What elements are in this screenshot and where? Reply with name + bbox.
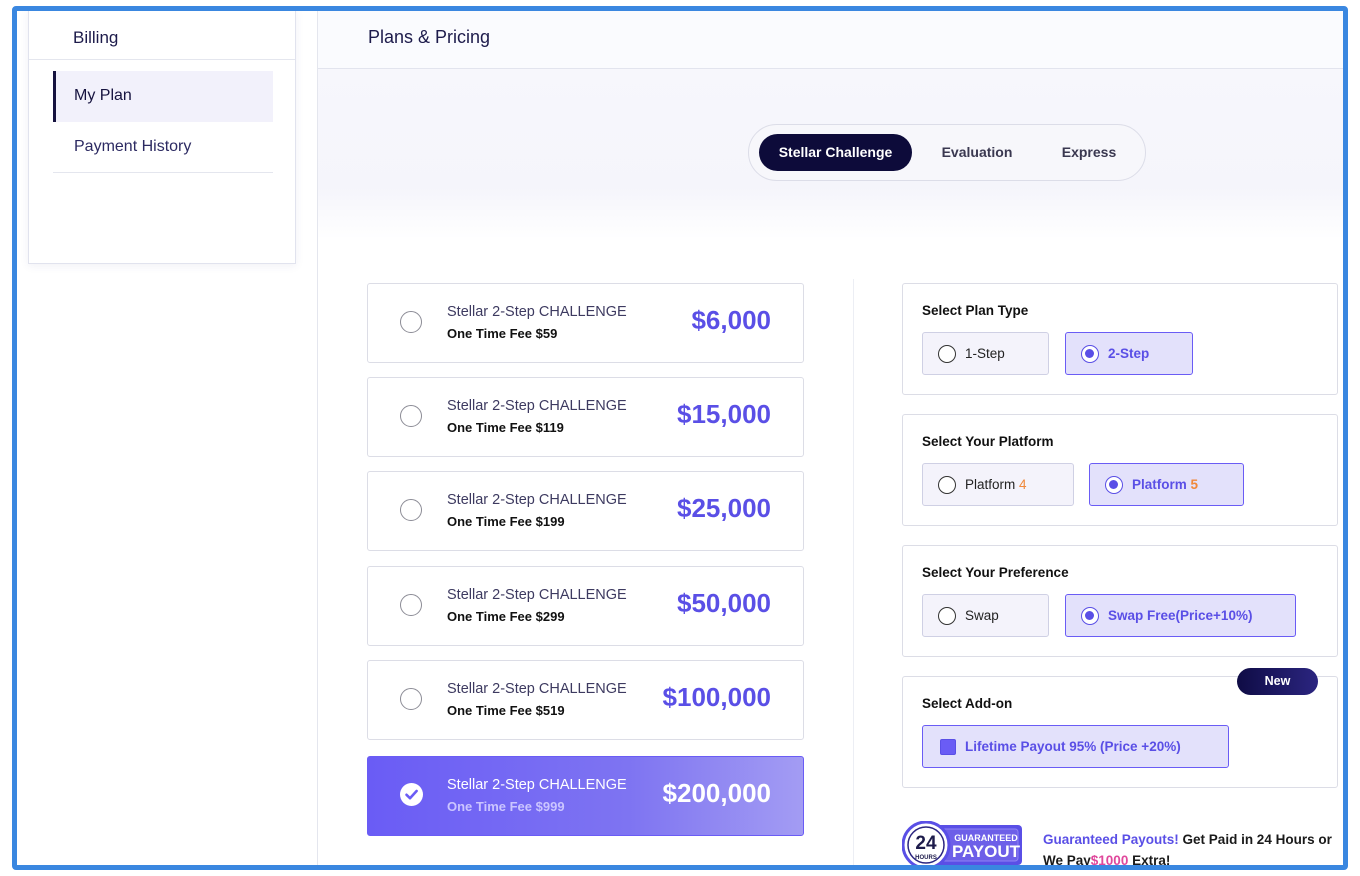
option-label: Swap <box>965 608 999 623</box>
option-swap[interactable]: Swap <box>922 594 1049 637</box>
platform-number: 5 <box>1190 477 1199 492</box>
payout-highlight: Guaranteed Payouts! <box>1043 832 1179 847</box>
radio-icon[interactable] <box>1081 345 1099 363</box>
platform-prefix: Platform <box>1132 477 1187 492</box>
plan-fee: One Time Fee $199 <box>447 514 565 529</box>
plan-fee: One Time Fee $999 <box>447 799 565 814</box>
plan-title: Stellar 2-Step CHALLENGE <box>447 304 627 320</box>
logo-number: 24 <box>915 833 937 854</box>
plan-radio[interactable] <box>400 311 422 333</box>
payout-message: Guaranteed Payouts! Get Paid in 24 Hours… <box>1043 829 1343 868</box>
plan-amount: $6,000 <box>691 305 771 335</box>
option-swap-free[interactable]: Swap Free(Price+10%) <box>1065 594 1296 637</box>
platform-number: 4 <box>1019 477 1027 492</box>
payout-text-2: We Pay <box>1043 853 1091 868</box>
logo-unit: HOURS <box>915 855 937 861</box>
plan-amount: $15,000 <box>677 399 771 429</box>
option-2-step[interactable]: 2-Step <box>1065 332 1193 375</box>
sidebar-item-my-plan[interactable]: My Plan <box>53 71 273 122</box>
preference-title: Select Your Preference <box>922 565 1069 580</box>
option-label: 1-Step <box>965 346 1005 361</box>
addon-title: Select Add-on <box>922 696 1013 711</box>
option-label: 2-Step <box>1108 346 1150 361</box>
plan-title: Stellar 2-Step CHALLENGE <box>447 777 627 793</box>
page-title: Plans & Pricing <box>318 11 1343 69</box>
billing-sidebar: Billing My Plan Payment History <box>28 11 296 264</box>
check-circle-icon[interactable] <box>400 783 423 806</box>
plan-title: Stellar 2-Step CHALLENGE <box>447 587 627 603</box>
tab-express[interactable]: Express <box>1039 134 1139 171</box>
plan-card[interactable]: Stellar 2-Step CHALLENGE One Time Fee $1… <box>367 377 804 457</box>
payout-amount: $1000 <box>1090 853 1129 868</box>
option-lifetime-payout[interactable]: Lifetime Payout 95% (Price +20%) <box>922 725 1229 768</box>
guaranteed-payout-logo: 24 HOURS GUARANTEED PAYOUT <box>901 820 1024 865</box>
radio-icon[interactable] <box>938 476 956 494</box>
plan-card[interactable]: Stellar 2-Step CHALLENGE One Time Fee $2… <box>367 566 804 646</box>
app-frame: Billing My Plan Payment History Plans & … <box>12 6 1348 870</box>
plan-amount: $25,000 <box>677 493 771 523</box>
radio-icon[interactable] <box>1081 607 1099 625</box>
challenge-tabs: Stellar Challenge Evaluation Express <box>748 124 1146 181</box>
plan-card[interactable]: Stellar 2-Step CHALLENGE One Time Fee $5… <box>367 283 804 363</box>
plan-fee: One Time Fee $299 <box>447 609 565 624</box>
option-label: Lifetime Payout 95% (Price +20%) <box>965 739 1181 754</box>
new-badge: New <box>1237 668 1318 695</box>
radio-icon[interactable] <box>938 345 956 363</box>
platform-title: Select Your Platform <box>922 434 1054 449</box>
plan-amount: $50,000 <box>677 588 771 618</box>
option-1-step[interactable]: 1-Step <box>922 332 1049 375</box>
preference-panel: Select Your Preference Swap Swap Free(Pr… <box>902 545 1338 657</box>
radio-icon[interactable] <box>1105 476 1123 494</box>
plan-radio[interactable] <box>400 594 422 616</box>
checkbox-icon[interactable] <box>940 739 956 755</box>
tab-evaluation[interactable]: Evaluation <box>927 134 1027 171</box>
sidebar-item-payment-history[interactable]: Payment History <box>53 122 273 173</box>
plan-type-panel: Select Plan Type 1-Step 2-Step <box>902 283 1338 395</box>
radio-icon[interactable] <box>938 607 956 625</box>
option-label: Swap Free(Price+10%) <box>1108 608 1253 623</box>
option-platform-5[interactable]: Platform 5 <box>1089 463 1244 506</box>
option-platform-4[interactable]: Platform 4 <box>922 463 1074 506</box>
plan-title: Stellar 2-Step CHALLENGE <box>447 492 627 508</box>
plan-title: Stellar 2-Step CHALLENGE <box>447 398 627 414</box>
plan-title: Stellar 2-Step CHALLENGE <box>447 681 627 697</box>
option-label: Platform 4 <box>965 477 1027 492</box>
column-divider <box>853 279 854 865</box>
tab-stellar-challenge[interactable]: Stellar Challenge <box>759 134 912 171</box>
platform-prefix: Platform <box>965 477 1016 492</box>
plan-fee: One Time Fee $519 <box>447 703 565 718</box>
payout-text-3: Extra! <box>1128 853 1171 868</box>
plan-amount: $100,000 <box>662 682 771 712</box>
plan-fee: One Time Fee $59 <box>447 326 558 341</box>
plan-radio[interactable] <box>400 405 422 427</box>
plan-amount: $200,000 <box>662 778 771 808</box>
plan-card[interactable]: Stellar 2-Step CHALLENGE One Time Fee $1… <box>367 471 804 551</box>
plan-type-title: Select Plan Type <box>922 303 1029 318</box>
payout-text-1: Get Paid in 24 Hours or <box>1178 832 1332 847</box>
plan-fee: One Time Fee $119 <box>447 420 564 435</box>
plan-radio[interactable] <box>400 688 422 710</box>
plan-radio[interactable] <box>400 499 422 521</box>
plan-card[interactable]: Stellar 2-Step CHALLENGE One Time Fee $5… <box>367 660 804 740</box>
billing-title: Billing <box>29 11 295 60</box>
platform-panel: Select Your Platform Platform 4 Platform… <box>902 414 1338 526</box>
plan-card-selected[interactable]: Stellar 2-Step CHALLENGE One Time Fee $9… <box>367 756 804 836</box>
option-label: Platform 5 <box>1132 477 1198 492</box>
logo-line2: PAYOUT <box>952 842 1021 861</box>
